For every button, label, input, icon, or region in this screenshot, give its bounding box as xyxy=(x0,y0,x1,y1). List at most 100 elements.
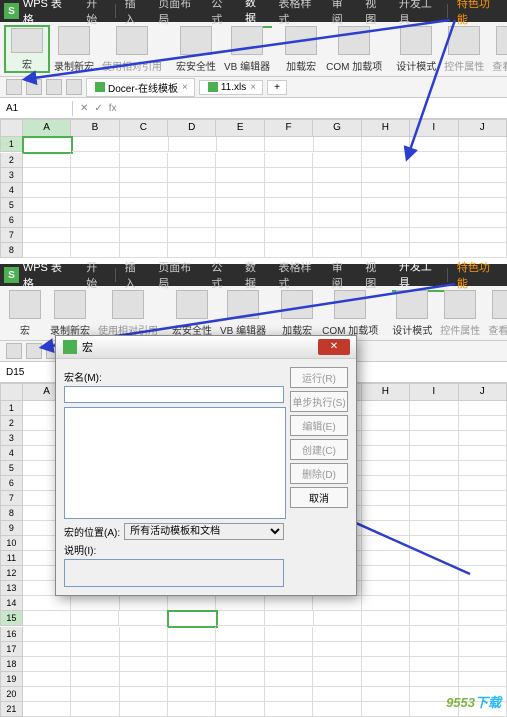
cell[interactable] xyxy=(23,611,71,626)
col-header[interactable]: C xyxy=(120,119,168,137)
cell[interactable] xyxy=(410,228,458,243)
cell[interactable] xyxy=(459,461,507,476)
cell[interactable] xyxy=(362,551,410,566)
cell[interactable] xyxy=(120,702,168,717)
tab-view[interactable]: 视图 xyxy=(358,0,392,27)
cell[interactable] xyxy=(71,627,119,642)
cell[interactable] xyxy=(410,566,458,581)
cell[interactable] xyxy=(314,611,362,626)
col-header[interactable]: J xyxy=(459,119,507,137)
cell[interactable] xyxy=(410,581,458,596)
cell[interactable] xyxy=(71,153,119,168)
cell[interactable] xyxy=(168,213,216,228)
col-header[interactable]: B xyxy=(71,119,119,137)
cell[interactable] xyxy=(459,627,507,642)
cell[interactable] xyxy=(265,213,313,228)
cell[interactable] xyxy=(362,702,410,717)
cell[interactable] xyxy=(265,642,313,657)
cell[interactable] xyxy=(71,611,119,626)
tab-data[interactable]: 数据 xyxy=(238,0,272,28)
cell[interactable] xyxy=(362,506,410,521)
cell[interactable] xyxy=(23,642,71,657)
cell[interactable] xyxy=(265,687,313,702)
cell[interactable] xyxy=(313,672,361,687)
ribbon-record[interactable]: 录制新宏 xyxy=(46,289,94,337)
cell[interactable] xyxy=(362,213,410,228)
cell[interactable] xyxy=(313,627,361,642)
row-header[interactable]: 6 xyxy=(0,476,23,491)
cell[interactable] xyxy=(410,536,458,551)
cell[interactable] xyxy=(120,596,168,611)
cell[interactable] xyxy=(459,581,507,596)
cell[interactable] xyxy=(459,566,507,581)
cell[interactable] xyxy=(120,137,168,152)
cell[interactable] xyxy=(410,401,458,416)
cell[interactable] xyxy=(410,137,458,152)
cell[interactable] xyxy=(120,183,168,198)
cell[interactable] xyxy=(216,687,264,702)
cell[interactable] xyxy=(168,672,216,687)
row-header[interactable]: 9 xyxy=(0,521,23,536)
tab-formula[interactable]: 公式 xyxy=(204,0,238,27)
cell[interactable] xyxy=(410,461,458,476)
cell[interactable] xyxy=(459,213,507,228)
cell[interactable] xyxy=(71,657,119,672)
cell[interactable] xyxy=(120,627,168,642)
cell[interactable] xyxy=(168,702,216,717)
cell[interactable] xyxy=(362,596,410,611)
cell[interactable] xyxy=(217,611,265,626)
cell[interactable] xyxy=(216,168,264,183)
cell[interactable] xyxy=(71,687,119,702)
cell[interactable] xyxy=(168,642,216,657)
cell[interactable] xyxy=(362,153,410,168)
cell[interactable] xyxy=(23,702,71,717)
cell[interactable] xyxy=(362,137,410,152)
cell[interactable] xyxy=(410,431,458,446)
row-header[interactable]: 12 xyxy=(0,566,23,581)
cell[interactable] xyxy=(362,461,410,476)
cell[interactable] xyxy=(410,198,458,213)
cell[interactable] xyxy=(459,657,507,672)
cell[interactable] xyxy=(216,672,264,687)
cell[interactable] xyxy=(168,627,216,642)
cell[interactable] xyxy=(216,213,264,228)
cell[interactable] xyxy=(23,687,71,702)
cell[interactable] xyxy=(459,243,507,258)
cell[interactable] xyxy=(459,446,507,461)
doctab-file[interactable]: 11.xls× xyxy=(199,80,263,95)
cell[interactable] xyxy=(362,611,410,626)
qat-undo-icon[interactable] xyxy=(46,79,62,95)
cell[interactable] xyxy=(120,168,168,183)
cell[interactable] xyxy=(362,228,410,243)
cell[interactable] xyxy=(265,596,313,611)
cell[interactable] xyxy=(168,687,216,702)
cell[interactable] xyxy=(362,476,410,491)
col-header[interactable]: G xyxy=(313,119,361,137)
cell[interactable] xyxy=(71,228,119,243)
cell[interactable] xyxy=(265,183,313,198)
cell[interactable] xyxy=(362,672,410,687)
cell[interactable] xyxy=(362,627,410,642)
qat-save-icon[interactable] xyxy=(26,79,42,95)
close-icon[interactable]: × xyxy=(250,82,256,93)
row-header[interactable]: 3 xyxy=(0,431,23,446)
name-box[interactable]: A1 xyxy=(0,101,73,116)
doctab-docer[interactable]: Docer-在线模板× xyxy=(86,78,195,97)
cell[interactable] xyxy=(216,153,264,168)
cell[interactable] xyxy=(410,611,458,626)
row-header[interactable]: 1 xyxy=(0,137,23,152)
tab-data[interactable]: 数据 xyxy=(238,259,272,291)
cell[interactable] xyxy=(459,228,507,243)
row-header[interactable]: 1 xyxy=(0,401,23,416)
cell[interactable] xyxy=(265,198,313,213)
cell[interactable] xyxy=(217,137,265,152)
cell[interactable] xyxy=(362,536,410,551)
col-header[interactable]: D xyxy=(168,119,216,137)
cell[interactable] xyxy=(168,657,216,672)
ribbon-macro[interactable]: 宏 xyxy=(4,25,50,73)
tab-insert[interactable]: 插入 xyxy=(118,0,152,27)
cell[interactable] xyxy=(120,672,168,687)
cell[interactable] xyxy=(459,153,507,168)
cell[interactable] xyxy=(71,183,119,198)
cell[interactable] xyxy=(23,153,71,168)
